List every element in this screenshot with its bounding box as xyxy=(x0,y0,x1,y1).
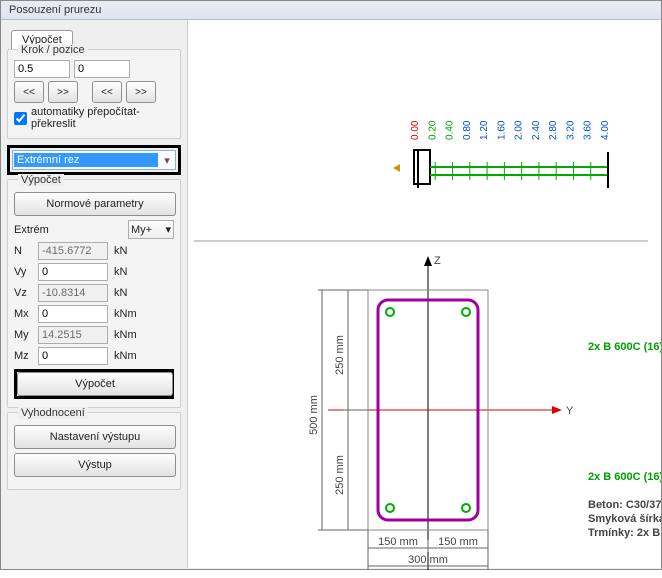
extreme-combo[interactable]: My+ ▾ xyxy=(128,220,174,239)
ruler-label: 3.20 xyxy=(565,120,576,140)
left-panel: Výpočet Krok / pozice << >> << >> xyxy=(1,20,187,568)
ruler-label: 0.80 xyxy=(462,120,473,140)
dim-150-right: 150 mm xyxy=(438,536,478,548)
force-unit: kNm xyxy=(114,329,137,341)
axis-y-label: Y xyxy=(566,405,574,417)
step-next-button[interactable]: >> xyxy=(48,81,78,103)
force-label: Mx xyxy=(14,308,38,320)
right-panel: 0.00 0.20 0.40 0.80 1.20 1.60 2.00 2.40 2.80 3.20… xyxy=(187,20,661,568)
output-button[interactable]: Výstup xyxy=(14,453,176,477)
dim-300: 300 mm xyxy=(408,554,448,566)
cross-section-drawing: Z Y xyxy=(308,255,661,570)
dim-250-top: 250 mm xyxy=(334,335,346,375)
section-combo[interactable]: Extrémní rez ▾ xyxy=(12,150,176,170)
force-input-N[interactable] xyxy=(38,242,108,260)
ruler-label: 3.60 xyxy=(583,120,594,140)
step-prev-button[interactable]: << xyxy=(14,81,44,103)
calc-button[interactable]: Výpočet xyxy=(17,372,173,396)
force-label: My xyxy=(14,329,38,341)
panel-step: Krok / pozice << >> << >> xyxy=(7,49,181,139)
force-label: Vy xyxy=(14,266,38,278)
auto-redraw-input[interactable] xyxy=(14,112,27,125)
dim-500: 500 mm xyxy=(308,395,320,435)
force-input-Mz[interactable] xyxy=(38,347,108,365)
force-unit: kNm xyxy=(114,308,137,320)
ruler-label: 0.40 xyxy=(445,120,456,140)
ruler-marker xyxy=(414,150,430,184)
force-unit: kNm xyxy=(114,350,137,362)
auto-redraw-label: automatiky přepočítat-překreslit xyxy=(31,106,174,130)
rebar xyxy=(386,308,394,316)
rebar-bot-label: 2x B 600C (16) xyxy=(588,471,661,483)
ruler-label: 2.40 xyxy=(531,120,542,140)
app-window: Posouzení prurezu Výpočet Krok / pozice … xyxy=(0,0,662,570)
panel-eval: Vyhodnocení Nastavení výstupu Výstup xyxy=(7,412,181,490)
panel-step-title: Krok / pozice xyxy=(18,44,88,56)
rebar xyxy=(462,308,470,316)
calc-button-highlight: Výpočet xyxy=(14,369,174,399)
stirrups-label: Trmínky: 2x B 600C (8) á 272 mm xyxy=(588,527,661,539)
rebar-top-label: 2x B 600C (16) xyxy=(588,341,661,353)
auto-redraw-checkbox[interactable]: automatiky přepočítat-překreslit xyxy=(14,106,174,130)
force-input-Vy[interactable] xyxy=(38,263,108,281)
title-text: Posouzení prurezu xyxy=(9,4,101,16)
ruler-label: 2.00 xyxy=(514,120,525,140)
ruler-label: 0.20 xyxy=(427,120,438,140)
chevron-down-icon: ▾ xyxy=(159,154,175,167)
panel-eval-title: Vyhodnocení xyxy=(18,407,88,419)
output-settings-button[interactable]: Nastavení výstupu xyxy=(14,425,176,449)
title-bar: Posouzení prurezu xyxy=(1,1,661,20)
dim-150-left: 150 mm xyxy=(378,536,418,548)
triangle-left-icon xyxy=(393,164,400,172)
section-combo-value: Extrémní rez xyxy=(14,153,158,167)
pos-prev-button[interactable]: << xyxy=(92,81,122,103)
position-ruler: 0.00 0.20 0.40 0.80 1.20 1.60 2.00 2.40 2.80 3.20… xyxy=(393,120,611,188)
force-unit: kN xyxy=(114,287,127,299)
shear-label: Smyková šírka bw= 300 mm xyxy=(588,513,661,525)
extreme-label: Extrém xyxy=(14,224,60,236)
chevron-down-icon: ▾ xyxy=(165,223,171,236)
ruler-label: 4.00 xyxy=(600,120,611,140)
ruler-label: 0.00 xyxy=(410,120,421,140)
rebar xyxy=(386,504,394,512)
pos-input[interactable] xyxy=(74,60,130,78)
force-label: N xyxy=(14,245,38,257)
drawing-canvas: 0.00 0.20 0.40 0.80 1.20 1.60 2.00 2.40 2.80 3.20… xyxy=(188,30,661,578)
panel-calc-title: Výpočet xyxy=(18,174,64,186)
rebar xyxy=(462,504,470,512)
force-label: Vz xyxy=(14,287,38,299)
force-unit: kN xyxy=(114,266,127,278)
axis-z-label: Z xyxy=(434,255,441,267)
force-label: Mz xyxy=(14,350,38,362)
ruler-label: 1.60 xyxy=(496,120,507,140)
beton-label: Beton: C30/37 xyxy=(588,499,661,511)
pos-next-button[interactable]: >> xyxy=(126,81,156,103)
section-combo-highlight: Extrémní rez ▾ xyxy=(7,145,181,175)
force-input-My[interactable] xyxy=(38,326,108,344)
panel-calc: Výpočet Normové parametry Extrém My+ ▾ N… xyxy=(7,179,181,408)
dim-250-bot: 250 mm xyxy=(334,455,346,495)
step-input[interactable] xyxy=(14,60,70,78)
norm-params-button[interactable]: Normové parametry xyxy=(14,192,176,216)
ruler-label: 2.80 xyxy=(548,120,559,140)
force-unit: kN xyxy=(114,245,127,257)
force-input-Vz[interactable] xyxy=(38,284,108,302)
force-input-Mx[interactable] xyxy=(38,305,108,323)
ruler-label: 1.20 xyxy=(479,120,490,140)
